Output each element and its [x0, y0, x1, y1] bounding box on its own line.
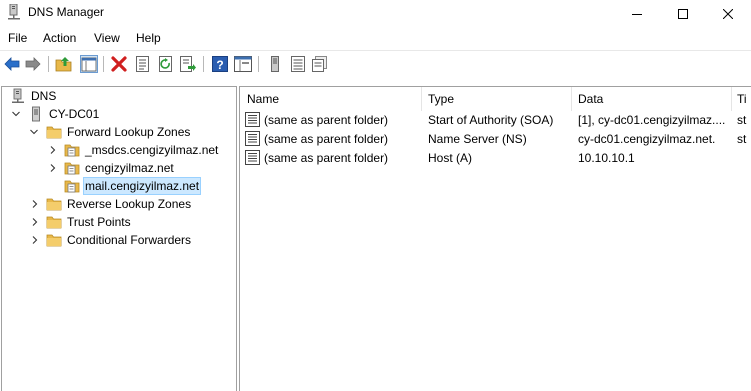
record-data: cy-dc01.cengizyilmaz.net.: [578, 132, 716, 146]
record-name: (same as parent folder): [264, 151, 389, 165]
chevron-right-icon[interactable]: [30, 217, 40, 227]
svg-text:?: ?: [216, 58, 223, 72]
menu-action[interactable]: Action: [43, 31, 76, 45]
detail-icon[interactable]: [311, 55, 329, 73]
tree-item-conditional-forwarders[interactable]: Conditional Forwarders: [46, 231, 193, 249]
column-header-label: Type: [428, 92, 455, 106]
minimize-button[interactable]: [614, 0, 660, 27]
folder-icon: [46, 234, 62, 247]
tree-label-server: CY-DC01: [49, 107, 100, 121]
tree-item-reverse-lookup-zones[interactable]: Reverse Lookup Zones: [46, 195, 193, 213]
toolbar-separator: [203, 56, 204, 72]
properties-icon[interactable]: [134, 55, 152, 73]
refresh-icon[interactable]: [157, 55, 175, 73]
chevron-down-icon[interactable]: [11, 109, 21, 119]
column-header-label: Data: [578, 92, 604, 106]
record-type: Name Server (NS): [428, 132, 527, 146]
chevron-right-icon[interactable]: [30, 235, 40, 245]
up-folder-icon[interactable]: [55, 55, 73, 73]
forward-icon[interactable]: [24, 55, 42, 73]
maximize-icon: [678, 8, 688, 19]
zone-icon: [64, 144, 80, 157]
delete-icon[interactable]: [110, 55, 128, 73]
record-timestamp: st: [737, 132, 747, 146]
toolbar-separator: [48, 56, 49, 72]
record-type: Start of Authority (SOA): [428, 113, 554, 127]
tree-item-zone-selected[interactable]: mail.cengizyilmaz.net: [64, 177, 202, 195]
column-header-timestamp[interactable]: Ti: [731, 87, 751, 111]
column-header-label: Ti: [737, 92, 747, 106]
toolbar-separator: [103, 56, 104, 72]
tree-item-zone[interactable]: cengizyilmaz.net: [64, 159, 176, 177]
column-header-label: Name: [247, 92, 280, 106]
record-timestamp: st: [737, 113, 747, 127]
toolbar-separator: [258, 56, 259, 72]
back-icon[interactable]: [3, 55, 21, 73]
export-list-icon[interactable]: [179, 55, 197, 73]
help-icon[interactable]: ?: [211, 55, 229, 73]
folder-icon: [46, 216, 62, 229]
window-title: DNS Manager: [28, 5, 105, 19]
minimize-icon: [632, 13, 642, 15]
menu-view[interactable]: View: [94, 31, 120, 45]
record-name: (same as parent folder): [264, 132, 389, 146]
server-icon[interactable]: [266, 55, 284, 73]
list-icon[interactable]: [289, 55, 307, 73]
title-bar: DNS Manager: [0, 0, 751, 27]
folder-icon: [46, 198, 62, 211]
tree-label-conditional-forwarders: Conditional Forwarders: [67, 233, 192, 247]
dns-icon: [12, 88, 24, 103]
tree-label-zone: mail.cengizyilmaz.net: [83, 177, 202, 195]
console-tree-icon[interactable]: [234, 55, 252, 73]
tree-item-trust-points[interactable]: Trust Points: [46, 213, 133, 231]
tree-label-zone: cengizyilmaz.net: [85, 161, 174, 175]
record-icon: [245, 150, 260, 165]
console-tree: DNS CY-DC01 Forward Lookup Zones _msdcs.…: [1, 86, 237, 391]
record-name: (same as parent folder): [264, 113, 389, 127]
close-icon: [723, 8, 733, 19]
record-icon: [245, 112, 260, 127]
column-header-data[interactable]: Data: [571, 87, 732, 111]
tree-item-zone[interactable]: _msdcs.cengizyilmaz.net: [64, 141, 220, 159]
chevron-down-icon[interactable]: [29, 127, 39, 137]
tree-label-dns: DNS: [31, 89, 57, 103]
tree-label-reverse-lookup-zones: Reverse Lookup Zones: [67, 197, 192, 211]
tree-item-server[interactable]: CY-DC01: [28, 105, 101, 123]
record-data: 10.10.10.1: [578, 151, 635, 165]
folder-icon: [46, 126, 62, 139]
table-row[interactable]: (same as parent folder) Start of Authori…: [240, 111, 751, 130]
record-data: [1], cy-dc01.cengizyilmaz....: [578, 113, 726, 127]
column-header-type[interactable]: Type: [421, 87, 572, 111]
tree-label-trust-points: Trust Points: [67, 215, 131, 229]
menu-bar: File Action View Help: [0, 29, 751, 49]
tree-item-dns[interactable]: DNS: [10, 87, 58, 105]
record-icon: [245, 131, 260, 146]
zone-icon: [64, 162, 80, 175]
close-button[interactable]: [705, 0, 751, 27]
tree-item-forward-lookup-zones[interactable]: Forward Lookup Zones: [46, 123, 192, 141]
menu-file[interactable]: File: [8, 31, 27, 45]
menu-help[interactable]: Help: [136, 31, 161, 45]
tree-label-zone: _msdcs.cengizyilmaz.net: [85, 143, 219, 157]
column-header-name[interactable]: Name: [240, 87, 422, 111]
server-icon: [32, 106, 40, 122]
dns-app-icon: [8, 4, 20, 20]
maximize-button[interactable]: [660, 0, 706, 27]
show-hide-tree-icon[interactable]: [80, 55, 98, 73]
records-list: Name Type Data Ti (same as parent folder…: [239, 86, 751, 391]
toolbar: ?: [0, 50, 751, 77]
chevron-right-icon[interactable]: [48, 163, 58, 173]
table-row[interactable]: (same as parent folder) Name Server (NS)…: [240, 130, 751, 149]
record-type: Host (A): [428, 151, 473, 165]
zone-icon: [64, 180, 80, 193]
chevron-right-icon[interactable]: [30, 199, 40, 209]
tree-label-forward-lookup-zones: Forward Lookup Zones: [67, 125, 191, 139]
chevron-right-icon[interactable]: [48, 145, 58, 155]
table-row[interactable]: (same as parent folder) Host (A) 10.10.1…: [240, 149, 751, 168]
